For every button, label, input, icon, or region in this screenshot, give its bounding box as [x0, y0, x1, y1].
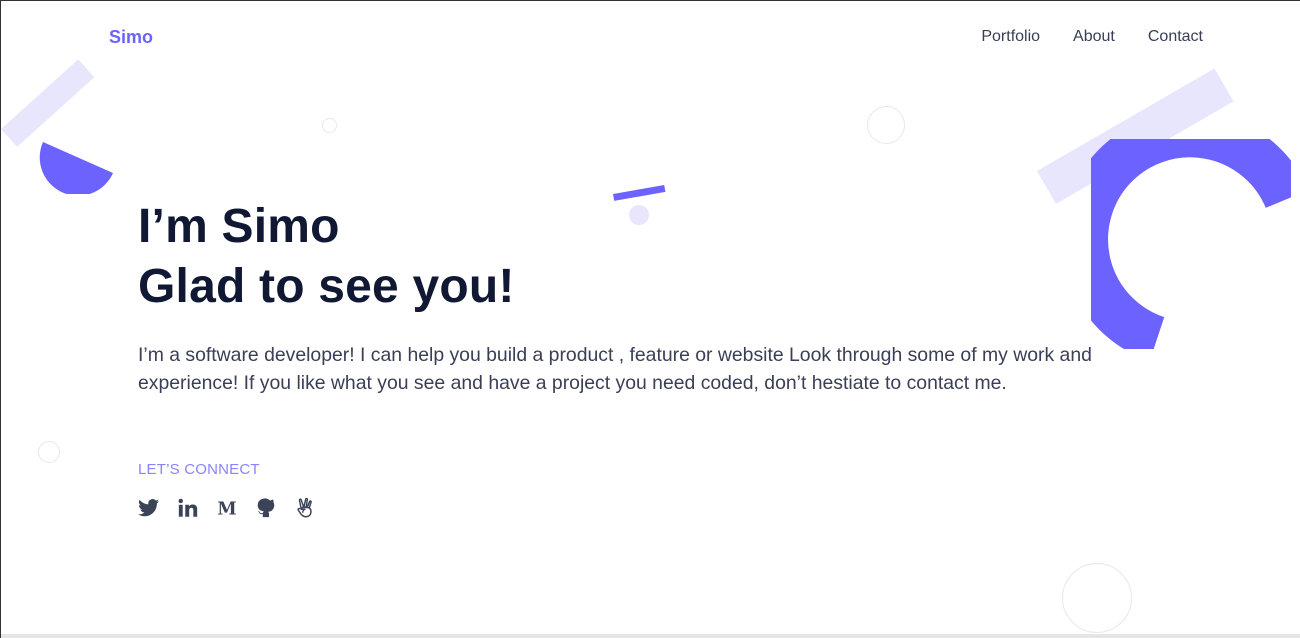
decor-dot-mid — [629, 205, 649, 225]
angellist-icon[interactable] — [294, 497, 316, 519]
medium-icon[interactable]: M — [216, 497, 238, 519]
svg-text:M: M — [217, 499, 236, 519]
main-nav: Portfolio About Contact — [981, 28, 1203, 46]
bottom-divider — [1, 634, 1300, 638]
nav-link-portfolio[interactable]: Portfolio — [981, 28, 1040, 46]
hero-title-line-1: I’m Simo — [138, 200, 340, 253]
hero-title: I’m Simo Glad to see you! — [138, 197, 515, 317]
decor-ring-bottom-right — [1062, 563, 1132, 633]
hero-description: I’m a software developer! I can help you… — [138, 344, 1092, 394]
github-icon[interactable] — [255, 497, 277, 519]
decor-arc-top-right — [1091, 139, 1291, 349]
brand-logo[interactable]: Simo — [109, 27, 153, 48]
linkedin-icon[interactable] — [177, 497, 199, 519]
connect-label: LET’S CONNECT — [138, 461, 260, 478]
decor-ring-small — [322, 118, 337, 133]
nav-link-about[interactable]: About — [1073, 28, 1115, 46]
page: Simo Portfolio About Contact I’m Simo Gl… — [1, 1, 1300, 638]
hero-title-line-2: Glad to see you! — [138, 260, 515, 313]
decor-ring-top — [867, 106, 905, 144]
twitter-icon[interactable] — [138, 497, 160, 519]
decor-half-circle-top-left — [39, 142, 113, 194]
nav-link-contact[interactable]: Contact — [1148, 28, 1203, 46]
decor-stripe-mid — [613, 184, 666, 201]
decor-ring-left — [38, 441, 60, 463]
social-links: M — [138, 497, 316, 519]
